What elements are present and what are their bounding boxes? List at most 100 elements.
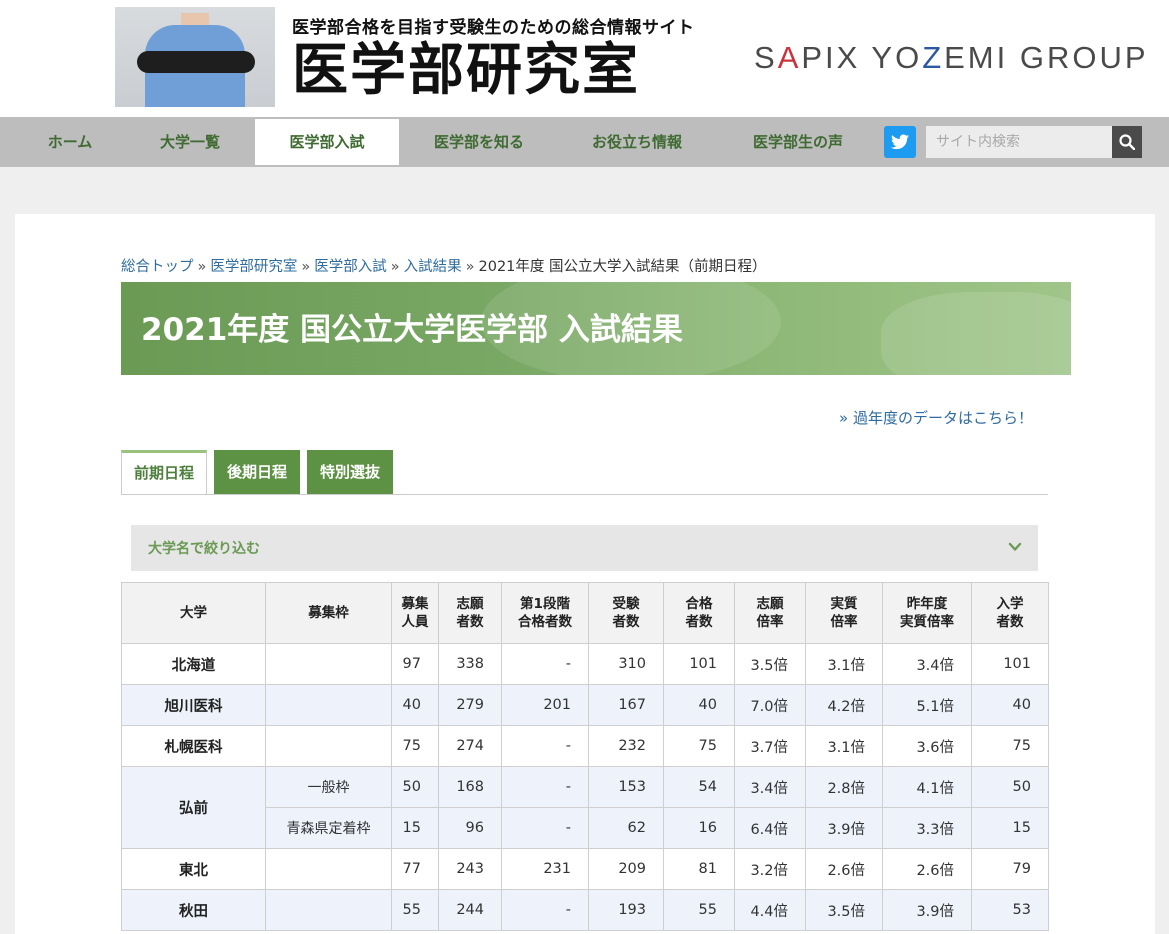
breadcrumb-link-exam[interactable]: 医学部入試 — [314, 259, 387, 275]
cell-value: 3.5倍 — [805, 889, 883, 931]
nav-item-student-voices[interactable]: 医学部生の声 — [725, 117, 871, 167]
breadcrumb-link-top[interactable]: 総合トップ — [121, 259, 194, 275]
cell-value: 81 — [663, 848, 735, 890]
site-title[interactable]: 医学部研究室 — [292, 38, 640, 102]
cell-value: 16 — [663, 807, 735, 849]
cell-value: 168 — [438, 766, 502, 808]
logo-part: EMI GROUP — [944, 40, 1149, 75]
cell-value: 3.3倍 — [882, 807, 972, 849]
th-applicants: 志願 者数 — [438, 582, 502, 644]
logo-part: PIX YO — [801, 40, 923, 75]
cell-value: 50 — [391, 766, 439, 808]
group-logo[interactable]: SAPIX YOZEMI GROUP — [754, 40, 1149, 76]
cell-value: - — [501, 643, 589, 685]
search-input[interactable] — [926, 126, 1112, 158]
breadcrumb-separator: » — [465, 259, 475, 275]
cell-value: 3.7倍 — [734, 725, 806, 767]
cell-value: 15 — [971, 807, 1049, 849]
cell-value: - — [501, 766, 589, 808]
table-header-row: 大学 募集枠 募集 人員 志願 者数 第1段階 合格者数 受験 者数 合格 者数 志願 倍率… — [121, 582, 1049, 644]
th-actual-ratio: 実質 倍率 — [805, 582, 883, 644]
tab-special-selection[interactable]: 特別選抜 — [307, 450, 393, 494]
results-table: 大学 募集枠 募集 人員 志願 者数 第1段階 合格者数 受験 者数 合格 者数 志願 倍率… — [121, 582, 1049, 931]
cell-value: 201 — [501, 684, 589, 726]
table-row: 東北 77 243 231 209 81 3.2倍 2.6倍 2.6倍 79 — [121, 848, 1049, 890]
cell-quota — [265, 848, 392, 890]
nav-item-home[interactable]: ホーム — [15, 117, 125, 167]
past-data-link[interactable]: » 過年度のデータはこちら！ — [839, 407, 1033, 428]
logo-part: S — [754, 40, 778, 75]
breadcrumb-link-results[interactable]: 入試結果 — [404, 259, 462, 275]
cell-university: 旭川医科 — [121, 684, 266, 726]
th-line: 者数 — [456, 614, 484, 630]
cell-value: 77 — [391, 848, 439, 890]
cell-value: 231 — [501, 848, 589, 890]
page-title: 2021年度 国公立大学医学部 入試結果 — [141, 312, 683, 348]
th-capacity: 募集 人員 — [391, 582, 439, 644]
cell-value: 79 — [971, 848, 1049, 890]
th-line: 者数 — [996, 614, 1024, 630]
cell-university: 東北 — [121, 848, 266, 890]
breadcrumb-link-lab[interactable]: 医学部研究室 — [210, 259, 297, 275]
cell-value: - — [501, 725, 589, 767]
cell-value: 97 — [391, 643, 439, 685]
site-tagline: 医学部合格を目指す受験生のための総合情報サイト — [292, 18, 695, 38]
th-application-ratio: 志願 倍率 — [734, 582, 806, 644]
breadcrumb-separator: » — [390, 259, 400, 275]
th-line: 大学 — [180, 605, 207, 621]
nav-item-about-medicine[interactable]: 医学部を知る — [409, 117, 549, 167]
th-line: 受験 — [612, 596, 640, 612]
cell-value: - — [501, 807, 589, 849]
th-line: 者数 — [685, 614, 713, 630]
cell-value: 96 — [438, 807, 502, 849]
cell-quota — [265, 725, 392, 767]
cell-value: 3.9倍 — [805, 807, 883, 849]
th-line: 人員 — [401, 614, 429, 630]
th-passed: 合格 者数 — [663, 582, 735, 644]
cell-value: 7.0倍 — [734, 684, 806, 726]
search-button[interactable] — [1112, 126, 1142, 158]
table-row: 北海道 97 338 - 310 101 3.5倍 3.1倍 3.4倍 101 — [121, 643, 1049, 685]
logo-part-accent-a: A — [777, 40, 802, 75]
cell-university: 北海道 — [121, 643, 266, 685]
nav-item-useful-info[interactable]: お役立ち情報 — [569, 117, 705, 167]
cell-value: 244 — [438, 889, 502, 931]
cell-value: 40 — [971, 684, 1049, 726]
th-quota: 募集枠 — [265, 582, 392, 644]
th-last-year-ratio: 昨年度 実質倍率 — [882, 582, 972, 644]
cell-value: 55 — [663, 889, 735, 931]
nav-item-university-list[interactable]: 大学一覧 — [135, 117, 245, 167]
hero-photo — [115, 7, 275, 107]
twitter-button[interactable] — [884, 126, 916, 158]
th-line: 募集枠 — [308, 605, 349, 621]
cell-value: 3.1倍 — [805, 643, 883, 685]
th-line: 倍率 — [830, 614, 858, 630]
cell-value: 4.4倍 — [734, 889, 806, 931]
university-filter[interactable]: 大学名で絞り込む — [131, 525, 1038, 571]
th-line: 倍率 — [756, 614, 784, 630]
tab-first-term[interactable]: 前期日程 — [121, 450, 207, 495]
cell-value: 54 — [663, 766, 735, 808]
th-line: 入学 — [996, 596, 1024, 612]
th-line: 合格者数 — [518, 614, 572, 630]
cell-value: 3.4倍 — [734, 766, 806, 808]
th-line: 合格 — [685, 596, 713, 612]
chevron-down-icon — [1008, 542, 1022, 551]
cell-value: 3.4倍 — [882, 643, 972, 685]
cell-value: - — [501, 889, 589, 931]
cell-quota — [265, 889, 392, 931]
cell-value: 243 — [438, 848, 502, 890]
cell-value: 193 — [588, 889, 664, 931]
th-university: 大学 — [121, 582, 266, 644]
filter-label: 大学名で絞り込む — [148, 541, 260, 557]
th-enrolled: 入学 者数 — [971, 582, 1049, 644]
table-row: 札幌医科 75 274 - 232 75 3.7倍 3.1倍 3.6倍 75 — [121, 725, 1049, 767]
cell-value: 101 — [971, 643, 1049, 685]
cell-university: 秋田 — [121, 889, 266, 931]
th-line: 実質倍率 — [900, 614, 954, 630]
table-row: 旭川医科 40 279 201 167 40 7.0倍 4.2倍 5.1倍 40 — [121, 684, 1049, 726]
banner-decoration — [881, 292, 1071, 375]
tab-second-term[interactable]: 後期日程 — [214, 450, 300, 494]
nav-item-entrance-exam[interactable]: 医学部入試 — [255, 119, 399, 165]
table-row: 弘前 一般枠 50 168 - 153 54 3.4倍 2.8倍 4.1倍 50 — [121, 766, 1049, 849]
